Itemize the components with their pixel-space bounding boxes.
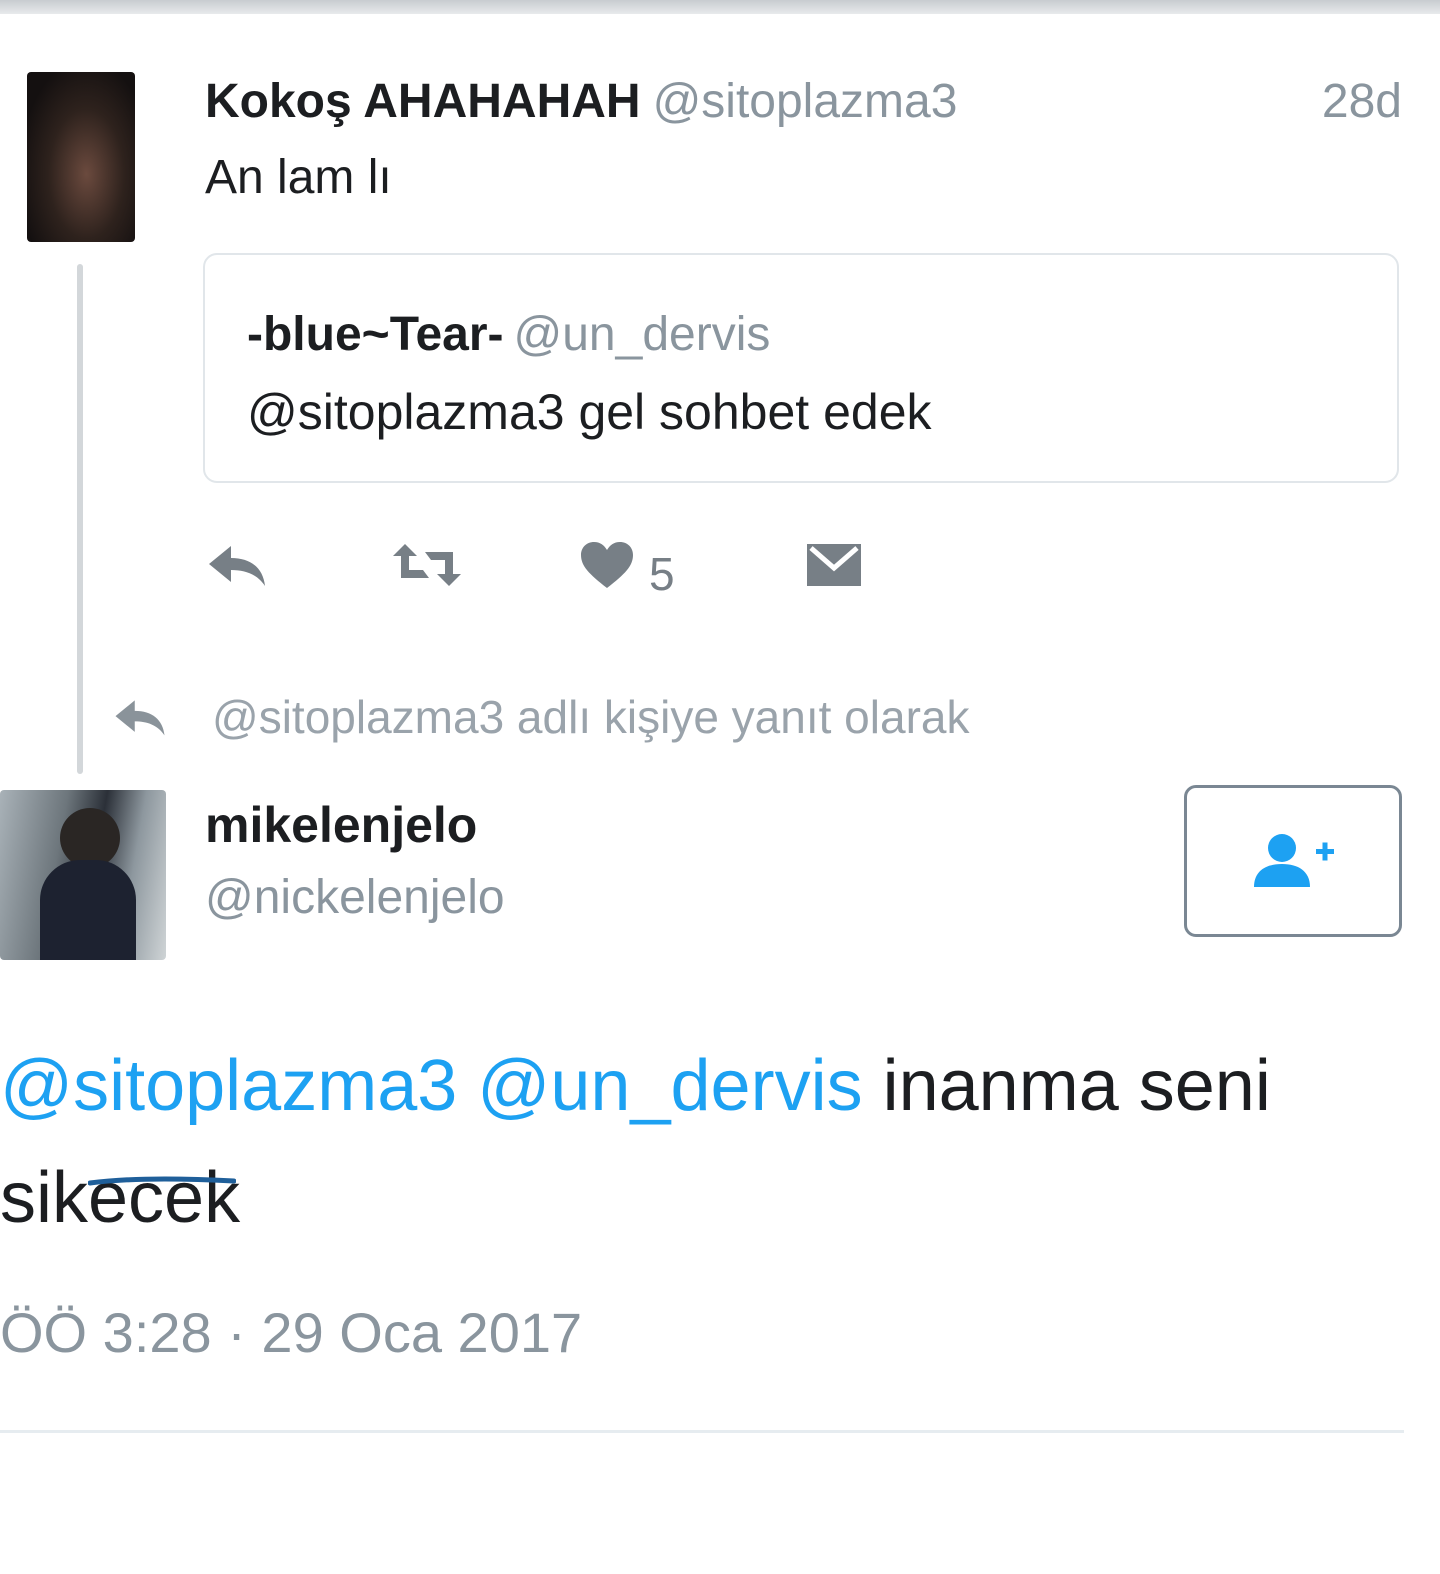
retweet-button[interactable]: [391, 530, 463, 600]
avatar[interactable]: [27, 72, 135, 242]
mention-link[interactable]: @un_dervis: [477, 1046, 862, 1126]
tweet-header: Kokoş AHAHAHAH @sitoplazma3: [205, 74, 957, 129]
reply-button[interactable]: [205, 530, 269, 600]
thread-connector-line: [77, 264, 83, 774]
tweet-text-line2: sikecek: [0, 1158, 241, 1238]
direct-message-button[interactable]: [805, 530, 863, 600]
reply-icon: [209, 546, 265, 586]
envelope-icon: [807, 544, 861, 586]
add-user-icon: [1254, 834, 1334, 887]
author-name[interactable]: mikelenjelo: [205, 796, 477, 854]
reply-icon: [115, 700, 165, 736]
heart-icon: [581, 542, 633, 588]
tweet-time[interactable]: 28d: [1322, 74, 1402, 129]
scribble-mark: [88, 1176, 236, 1186]
follow-button[interactable]: [1184, 785, 1402, 937]
tweet-text: An lam lı: [205, 151, 392, 204]
top-edge-shadow: [0, 0, 1440, 14]
author-handle[interactable]: @nickelenjelo: [205, 870, 505, 925]
quoted-tweet-header: -blue~Tear- @un_dervis: [247, 307, 770, 362]
retweet-icon: [393, 544, 461, 586]
author-name[interactable]: Kokoş AHAHAHAH: [205, 75, 641, 128]
tweet-text: @sitoplazma3 @un_dervis inanma seni sike…: [0, 1030, 1420, 1254]
author-handle[interactable]: @sitoplazma3: [653, 75, 958, 128]
quoted-author-name: -blue~Tear-: [247, 308, 504, 361]
avatar-body-shape: [40, 860, 136, 960]
mention-link[interactable]: @sitoplazma3: [0, 1046, 457, 1126]
reply-context-text: @sitoplazma3 adlı kişiye yanıt olarak: [212, 691, 970, 743]
tweet-text-line1: inanma seni: [882, 1046, 1271, 1126]
reply-context[interactable]: @sitoplazma3 adlı kişiye yanıt olarak: [112, 690, 969, 744]
like-button[interactable]: 5: [579, 530, 675, 600]
avatar-head-shape: [60, 808, 120, 868]
quoted-tweet-card[interactable]: -blue~Tear- @un_dervis @sitoplazma3 gel s…: [203, 253, 1399, 483]
like-count: 5: [649, 548, 675, 600]
tweet-timestamp[interactable]: ÖÖ 3:28 · 29 Oca 2017: [0, 1300, 582, 1365]
quoted-tweet-text: @sitoplazma3 gel sohbet edek: [247, 384, 932, 440]
quoted-author-handle: @un_dervis: [513, 308, 771, 361]
avatar[interactable]: [0, 790, 166, 960]
divider: [0, 1430, 1404, 1433]
